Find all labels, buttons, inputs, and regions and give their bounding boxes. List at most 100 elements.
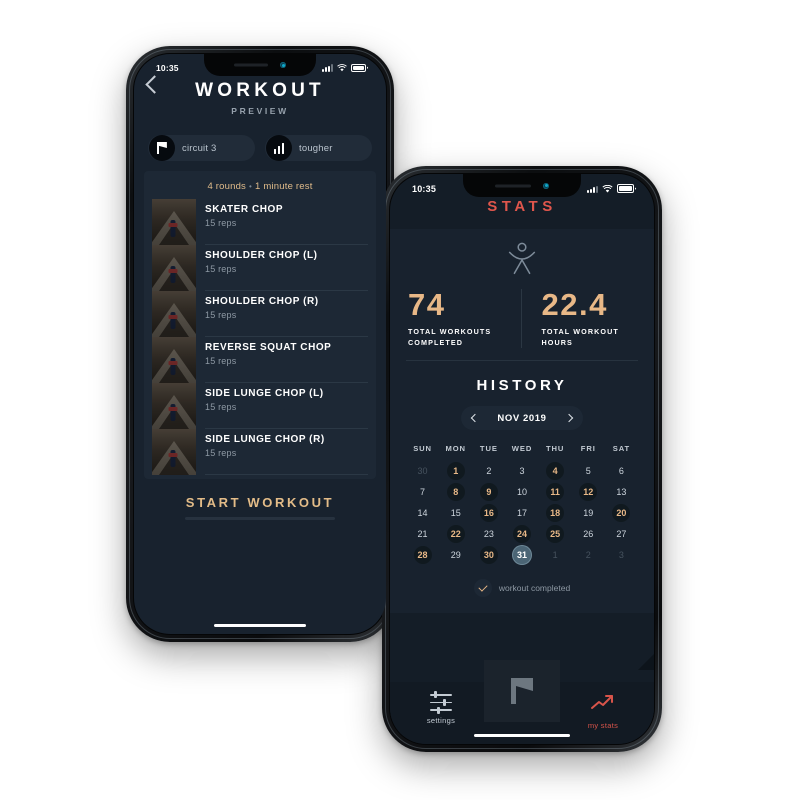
list-item[interactable]: SHOULDER CHOP (R) 15 reps [152,291,368,337]
calendar-day-cell[interactable]: 4 [539,460,572,481]
calendar-day-cell[interactable]: 26 [572,523,605,544]
calendar-day-cell[interactable]: 25 [539,523,572,544]
calendar-day-cell[interactable]: 10 [505,481,538,502]
calendar-day-cell[interactable]: 15 [439,502,472,523]
day-number[interactable]: 14 [414,504,432,522]
tab-settings[interactable]: settings [412,691,470,725]
start-workout-button[interactable]: START WORKOUT [134,495,386,510]
day-number[interactable]: 18 [546,503,565,522]
calendar-day-cell[interactable]: 5 [572,460,605,481]
day-number[interactable]: 12 [579,482,598,501]
calendar-day-cell[interactable]: 31 [505,544,538,565]
day-number[interactable]: 13 [612,483,630,501]
day-number[interactable]: 1 [446,461,465,480]
chevron-right-icon[interactable] [564,414,574,423]
day-number[interactable]: 6 [612,462,630,480]
exercise-thumbnail [152,337,196,383]
calendar-day-cell[interactable]: 18 [539,502,572,523]
center-flag-button[interactable] [484,660,560,722]
day-number[interactable]: 15 [447,504,465,522]
day-number[interactable]: 17 [513,504,531,522]
calendar-day-cell[interactable]: 13 [605,481,638,502]
calendar-day-cell[interactable]: 24 [505,523,538,544]
month-navigator[interactable]: NOV 2019 [461,406,583,431]
day-number[interactable]: 27 [612,525,630,543]
tab-my-stats[interactable]: my stats [574,694,632,730]
day-number[interactable]: 30 [479,545,498,564]
day-header: SAT [612,444,631,454]
day-number[interactable]: 16 [479,503,498,522]
calendar-day-cell[interactable]: 8 [439,481,472,502]
day-number[interactable]: 7 [414,483,432,501]
day-number[interactable]: 28 [413,545,432,564]
calendar-day-cell[interactable]: 2 [572,544,605,565]
pill-circuit[interactable]: circuit 3 [148,135,255,161]
calendar-day-cell[interactable]: 30 [472,544,505,565]
day-number[interactable]: 1 [546,546,564,564]
calendar-day-cell[interactable]: 29 [439,544,472,565]
day-number[interactable]: 29 [447,546,465,564]
day-number[interactable]: 2 [480,462,498,480]
exercise-thumbnail [152,245,196,291]
chevron-left-icon[interactable] [470,414,480,423]
day-number[interactable]: 10 [513,483,531,501]
exercise-thumbnail [152,199,196,245]
calendar-day-cell[interactable]: 7 [406,481,439,502]
calendar: SUN MON TUE WED THU FRI SAT 30 1 2 3 4 5… [390,440,654,565]
day-number[interactable]: 22 [446,524,465,543]
calendar-day-cell[interactable]: 11 [539,481,572,502]
calendar-day-cell[interactable]: 20 [605,502,638,523]
pill-intensity[interactable]: tougher [265,135,372,161]
day-number[interactable]: 5 [579,462,597,480]
day-header: WED [511,444,533,454]
calendar-day-cell[interactable]: 3 [605,544,638,565]
wifi-icon [337,63,347,71]
day-number[interactable]: 11 [546,482,565,501]
home-indicator[interactable] [214,624,306,627]
day-number[interactable]: 3 [612,546,630,564]
exercise-reps: 15 reps [205,402,237,412]
calendar-week-row: 28 29 30 31 1 2 3 [406,544,638,565]
list-item[interactable]: SKATER CHOP 15 reps [152,199,368,245]
calendar-day-cell[interactable]: 28 [406,544,439,565]
day-number[interactable]: 26 [579,525,597,543]
calendar-day-cell[interactable]: 27 [605,523,638,544]
exercise-name: SIDE LUNGE CHOP (R) [205,434,325,445]
calendar-day-cell[interactable]: 30 [406,460,439,481]
day-number[interactable]: 2 [579,546,597,564]
day-number[interactable]: 3 [513,462,531,480]
day-number[interactable]: 30 [414,462,432,480]
signal-bars-icon [587,185,598,193]
calendar-day-cell[interactable]: 21 [406,523,439,544]
day-header: THU [545,444,565,454]
day-number[interactable]: 4 [546,461,565,480]
calendar-day-cell[interactable]: 17 [505,502,538,523]
day-number[interactable]: 19 [579,504,597,522]
calendar-day-cell[interactable]: 19 [572,502,605,523]
day-number[interactable]: 9 [479,482,498,501]
list-item[interactable]: SHOULDER CHOP (L) 15 reps [152,245,368,291]
day-number[interactable]: 23 [480,525,498,543]
day-number[interactable]: 24 [512,524,531,543]
day-number[interactable]: 25 [546,524,565,543]
calendar-day-cell[interactable]: 9 [472,481,505,502]
list-item[interactable]: REVERSE SQUAT CHOP 15 reps [152,337,368,383]
list-item[interactable]: SIDE LUNGE CHOP (L) 15 reps [152,383,368,429]
calendar-day-cell[interactable]: 14 [406,502,439,523]
stats-summary: 74 TOTAL WORKOUTS COMPLETED 22.4 TOTAL W… [390,285,654,360]
day-number[interactable]: 8 [446,482,465,501]
calendar-day-cell[interactable]: 22 [439,523,472,544]
calendar-day-cell[interactable]: 2 [472,460,505,481]
calendar-day-cell[interactable]: 3 [505,460,538,481]
calendar-day-cell[interactable]: 16 [472,502,505,523]
calendar-day-cell[interactable]: 6 [605,460,638,481]
day-number[interactable]: 20 [612,503,631,522]
calendar-day-cell[interactable]: 12 [572,481,605,502]
calendar-day-cell[interactable]: 1 [439,460,472,481]
day-number-selected[interactable]: 31 [512,545,531,564]
calendar-day-cell[interactable]: 23 [472,523,505,544]
day-number[interactable]: 21 [414,525,432,543]
home-indicator[interactable] [474,733,570,737]
calendar-day-cell[interactable]: 1 [539,544,572,565]
list-item[interactable]: SIDE LUNGE CHOP (R) 15 reps [152,429,368,475]
